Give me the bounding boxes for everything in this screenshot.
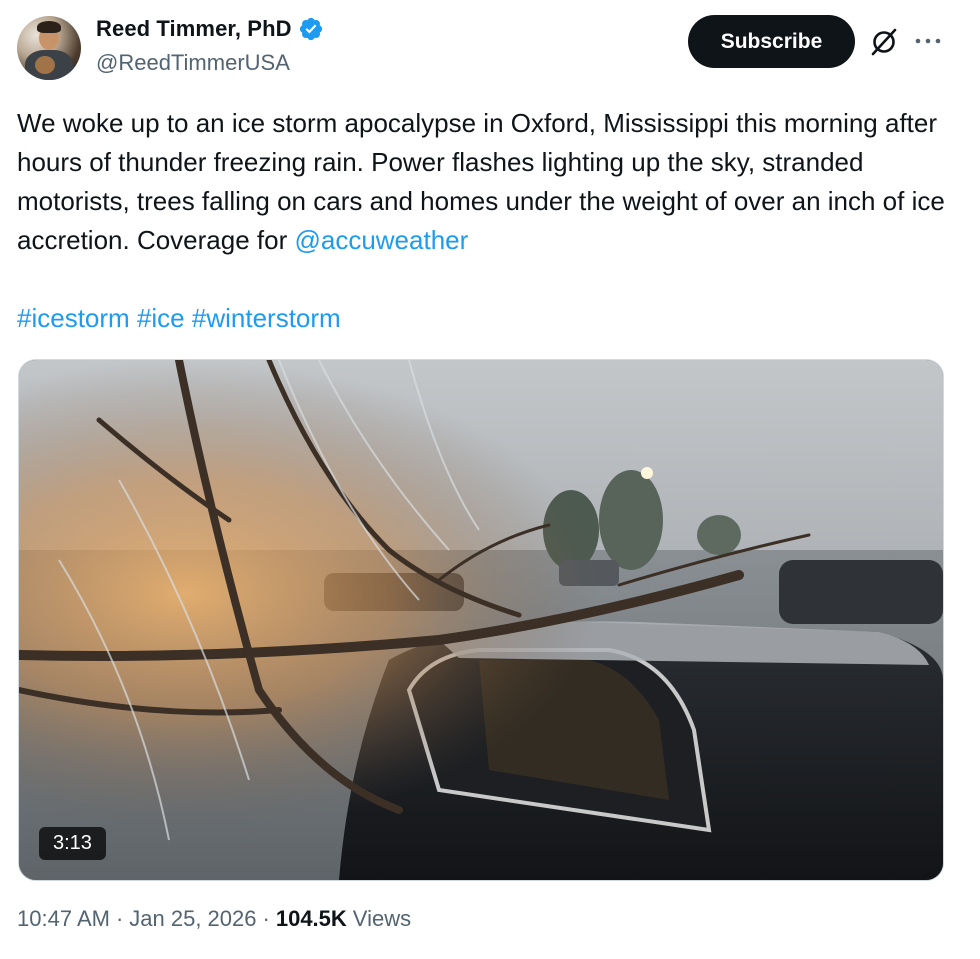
avatar-dog — [35, 56, 55, 74]
avatar-hair — [37, 21, 61, 33]
video-frame-ice-storm — [19, 360, 943, 880]
subscribe-button[interactable]: Subscribe — [688, 15, 855, 68]
meta-separator: · — [262, 906, 270, 931]
tweet-text: We woke up to an ice storm apocalypse in… — [17, 104, 947, 338]
more-horizontal-icon[interactable] — [913, 28, 943, 54]
hashtag-link[interactable]: #icestorm — [17, 303, 130, 333]
author-name-row: Reed Timmer, PhD — [96, 16, 324, 42]
grok-slash-icon[interactable] — [869, 27, 899, 57]
post-time[interactable]: 10:47 AM — [17, 906, 110, 932]
hashtag-list: #icestorm #ice #winterstorm — [17, 299, 947, 338]
views-label: Views — [352, 906, 412, 931]
tweet-body: We woke up to an ice storm apocalypse in… — [17, 104, 947, 260]
video-duration-badge: 3:13 — [39, 827, 106, 860]
author-handle[interactable]: @ReedTimmerUSA — [96, 50, 290, 76]
views-count: 104.5K — [275, 906, 347, 931]
hashtag-link[interactable]: #ice — [137, 303, 185, 333]
tweet-body-text: We woke up to an ice storm apocalypse in… — [17, 108, 945, 255]
hashtag-link[interactable]: #winterstorm — [192, 303, 341, 333]
tweet-metadata: 10:47 AM · Jan 25, 2026 · 104.5K Views — [17, 906, 411, 932]
post-date[interactable]: Jan 25, 2026 — [129, 906, 256, 932]
mention-link[interactable]: @accuweather — [294, 225, 468, 255]
meta-separator: · — [115, 906, 124, 931]
author-display-name[interactable]: Reed Timmer, PhD — [96, 16, 292, 42]
author-avatar[interactable] — [17, 16, 81, 80]
verified-badge-icon — [299, 17, 322, 41]
video-player[interactable]: 3:13 — [18, 359, 944, 881]
